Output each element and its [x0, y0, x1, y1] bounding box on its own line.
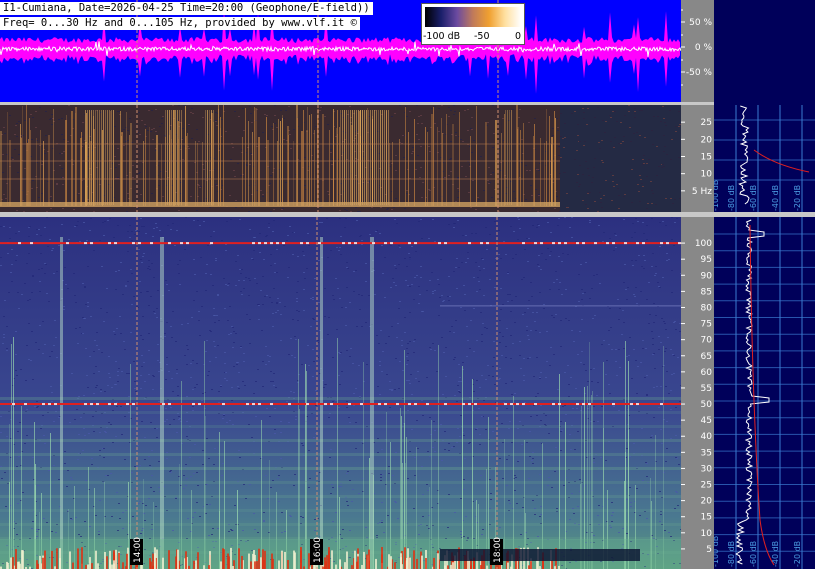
svg-text:16:00: 16:00 [313, 537, 323, 563]
side-db-label-bottom: -80 dB [727, 541, 736, 567]
side-db-label-top: -80 dB [727, 185, 736, 211]
high-freq-tick-label: 10 [701, 529, 713, 539]
time-label: 16:00 [310, 537, 323, 565]
side-db-label-top: -20 dB [793, 185, 802, 211]
waveform-tick-label: -50 % [686, 68, 713, 78]
header-title: I1-Cumiana, Date=2026-04-25 Time=20:00 (… [0, 2, 373, 15]
waveform-panel: I1-Cumiana, Date=2026-04-25 Time=20:00 (… [0, 0, 681, 102]
spectrogram-high-axis: 100 95 90 85 80 75 70 65 60 55 50 45 40 35 30 25 20 15 10 5 [681, 217, 714, 569]
side-db-label-bottom: -60 dB [749, 541, 758, 567]
header-subtitle: Freq= 0...30 Hz and 0...105 Hz, provided… [0, 17, 361, 30]
high-freq-tick-label: 95 [701, 255, 712, 265]
side-spectrum-plot: -80 dB -80 dB -60 dB -60 dB -40 dB -40 dB -20 … [714, 105, 815, 569]
high-freq-tick-label: 40 [701, 432, 713, 442]
high-freq-tick-label: 15 [701, 513, 712, 523]
side-spectrum-panel: -80 dB -80 dB -60 dB -60 dB -40 dB -40 dB -20 … [714, 0, 815, 569]
side-db-label-bottom: -100 dB [714, 536, 720, 567]
high-freq-tick-label: 55 [701, 384, 712, 394]
high-freq-tick-label: 65 [701, 352, 712, 362]
spectrogram-high-plot: 14:00 16:00 18:00 [0, 217, 681, 569]
low-freq-tick-label: 25 [701, 118, 712, 128]
spectrogram-low [0, 105, 681, 212]
side-db-label-bottom: -40 dB [771, 541, 780, 567]
waveform-plot [0, 0, 681, 102]
colorbar: -100 dB -50 0 [421, 3, 525, 45]
high-freq-tick-label: 45 [701, 416, 712, 426]
colorbar-label-mid: -50 [474, 31, 490, 42]
svg-text:18:00: 18:00 [493, 537, 503, 563]
high-freq-tick-label: 70 [701, 336, 713, 346]
side-db-label-bottom: -20 dB [793, 541, 802, 567]
high-freq-tick-label: 50 [701, 400, 713, 410]
svg-text:14:00: 14:00 [133, 537, 143, 563]
side-spectrum-trace-low [738, 105, 750, 205]
waveform-axis: 50 % 0 % -50 % [681, 0, 714, 102]
time-label: 18:00 [490, 537, 503, 565]
high-freq-tick-label: 35 [701, 448, 712, 458]
high-freq-tick-label: 30 [701, 464, 713, 474]
high-freq-tick-label: 5 [706, 545, 712, 555]
spectrogram-high: 14:00 16:00 18:00 [0, 217, 681, 569]
low-freq-tick-label: 10 [701, 170, 713, 180]
high-freq-tick-label: 20 [701, 497, 713, 507]
waveform-tick-label: 50 % [689, 18, 712, 28]
high-freq-tick-label: 25 [701, 481, 712, 491]
high-freq-tick-label: 100 [695, 239, 712, 249]
low-freq-tick-label: 15 [701, 153, 712, 163]
low-freq-tick-label: 20 [701, 135, 713, 145]
spectrogram-low-plot [0, 105, 681, 212]
waveform-tick-label: 0 % [695, 43, 713, 53]
high-freq-tick-label: 75 [701, 320, 712, 330]
side-spectrum-trace-high [735, 219, 770, 565]
colorbar-gradient [425, 7, 521, 27]
spectrogram-low-axis: 25 20 15 10 5 Hz [681, 105, 714, 212]
side-db-label-top: -60 dB [749, 185, 758, 211]
high-freq-tick-label: 80 [701, 303, 713, 313]
low-freq-tick-label: 5 Hz [692, 187, 712, 197]
high-freq-tick-label: 85 [701, 287, 712, 297]
time-label: 14:00 [130, 537, 143, 565]
side-db-label-top: -40 dB [771, 185, 780, 211]
colorbar-label-max: 0 [515, 31, 522, 42]
high-freq-tick-label: 60 [701, 368, 713, 378]
high-freq-tick-label: 90 [701, 271, 713, 281]
side-db-label-top: -100 dB [714, 180, 720, 211]
colorbar-label-min: -100 dB [423, 31, 461, 42]
